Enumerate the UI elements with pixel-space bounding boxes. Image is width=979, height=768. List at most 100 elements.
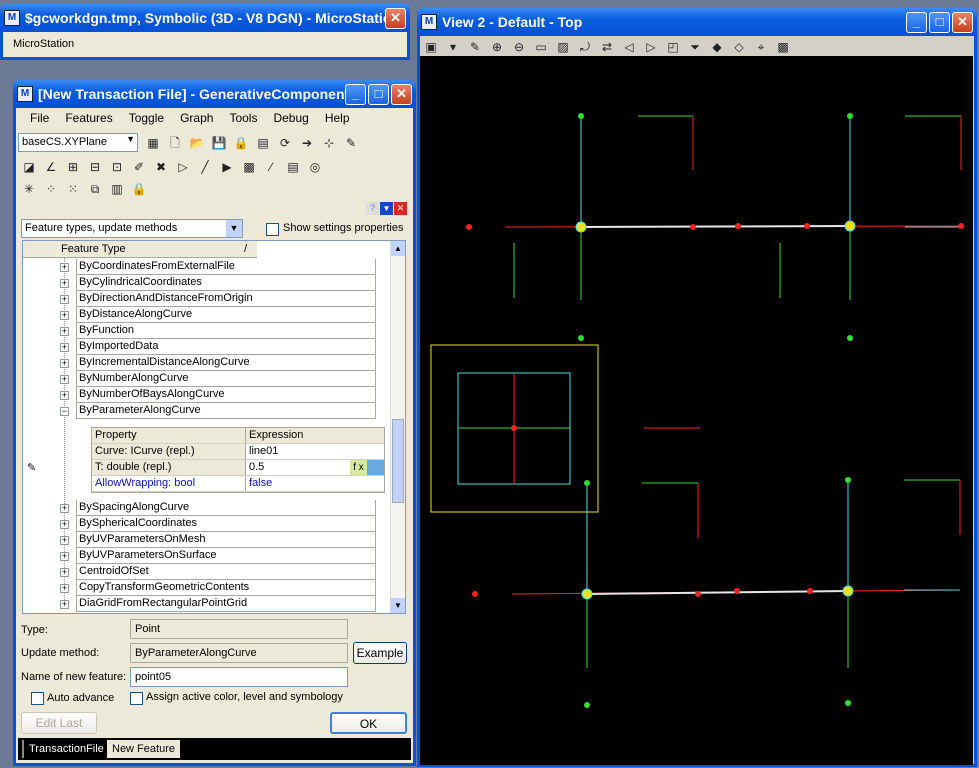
expand-icon[interactable]: + bbox=[60, 359, 69, 368]
minimize-icon[interactable]: _ bbox=[906, 12, 927, 33]
rotate-view-icon[interactable]: ⤾ bbox=[575, 37, 595, 57]
cube-icon[interactable]: ◆ bbox=[707, 37, 727, 57]
dots-icon[interactable]: ⁘ bbox=[41, 179, 61, 199]
chevron-down-icon[interactable]: ▼ bbox=[126, 134, 135, 144]
tab-transaction-file[interactable]: TransactionFile bbox=[22, 740, 109, 758]
tree-item[interactable]: ByNumberOfBaysAlongCurve bbox=[76, 387, 376, 403]
fx-button[interactable]: f x bbox=[350, 460, 367, 475]
panel-close-icon[interactable]: ✕ bbox=[394, 202, 407, 215]
expand-icon[interactable]: + bbox=[60, 279, 69, 288]
graph-link-icon[interactable]: ⊡ bbox=[107, 157, 127, 177]
close-icon[interactable]: ✕ bbox=[385, 8, 406, 29]
auto-advance-checkbox[interactable] bbox=[31, 692, 44, 705]
new-file-icon[interactable]: 🗋 bbox=[165, 133, 185, 153]
tree-item[interactable]: ByNumberAlongCurve bbox=[76, 371, 376, 387]
column-header-feature-type[interactable]: Feature Type bbox=[61, 243, 126, 255]
delete-icon[interactable]: ✖ bbox=[151, 157, 171, 177]
name-input[interactable]: point05 bbox=[130, 667, 348, 687]
example-button[interactable]: Example bbox=[353, 642, 407, 664]
menu-file[interactable]: File bbox=[22, 111, 57, 125]
ring-icon[interactable]: ◎ bbox=[305, 157, 325, 177]
expand-icon[interactable]: + bbox=[60, 295, 69, 304]
cube-icon[interactable]: ⧉ bbox=[85, 179, 105, 199]
table-icon[interactable] bbox=[367, 460, 384, 475]
property-row[interactable]: AllowWrapping: bool false bbox=[92, 476, 384, 492]
feature-type-tree[interactable]: Feature Type / + ByCoordinatesFromExterna… bbox=[22, 240, 406, 614]
expand-icon[interactable]: + bbox=[60, 343, 69, 352]
scroll-down-icon[interactable]: ▼ bbox=[391, 598, 405, 613]
view2-canvas[interactable] bbox=[420, 56, 973, 765]
zoom-out-icon[interactable]: ⊖ bbox=[509, 37, 529, 57]
expand-icon[interactable]: + bbox=[60, 520, 69, 529]
scroll-up-icon[interactable]: ▲ bbox=[391, 241, 405, 256]
tree-item[interactable]: ByCylindricalCoordinates bbox=[76, 275, 376, 291]
filter-select[interactable]: Feature types, update methods ▼ bbox=[21, 219, 243, 238]
cross-node-icon[interactable]: ✳ bbox=[19, 179, 39, 199]
tree-item[interactable]: CopyTransformGeometricContents bbox=[76, 580, 376, 596]
close-icon[interactable]: ✕ bbox=[952, 12, 973, 33]
expand-icon[interactable]: + bbox=[60, 504, 69, 513]
expand-icon[interactable]: + bbox=[60, 375, 69, 384]
menu-tools[interactable]: Tools bbox=[221, 111, 265, 125]
view-attributes-icon[interactable]: ▣ bbox=[421, 37, 441, 57]
lock-icon[interactable]: 🔒 bbox=[129, 179, 149, 199]
cs-select[interactable]: baseCS.XYPlane ▼ bbox=[18, 133, 138, 152]
table-icon[interactable]: ▤ bbox=[283, 157, 303, 177]
save-icon[interactable]: 💾 bbox=[209, 133, 229, 153]
fit-view-icon[interactable]: ▨ bbox=[553, 37, 573, 57]
tree-scrollbar[interactable]: ▲ ▼ bbox=[390, 241, 405, 613]
node-icon[interactable]: ⊞ bbox=[63, 157, 83, 177]
edit-icon[interactable]: ✐ bbox=[129, 157, 149, 177]
expand-icon[interactable]: + bbox=[60, 391, 69, 400]
tree-item[interactable]: ByCoordinatesFromExternalFile bbox=[76, 259, 376, 275]
tree-item[interactable]: ByIncrementalDistanceAlongCurve bbox=[76, 355, 376, 371]
step-icon[interactable]: ▶ bbox=[217, 157, 237, 177]
column-sort[interactable]: / bbox=[244, 243, 247, 255]
expand-icon[interactable]: + bbox=[60, 552, 69, 561]
graph-node-icon[interactable]: ⊟ bbox=[85, 157, 105, 177]
script-icon[interactable]: ▤ bbox=[253, 133, 273, 153]
menu-features[interactable]: Features bbox=[57, 111, 120, 125]
show-settings-checkbox[interactable] bbox=[266, 223, 279, 236]
tab-new-feature[interactable]: New Feature bbox=[107, 740, 180, 758]
update-icon[interactable]: ✎ bbox=[465, 37, 485, 57]
menu-debug[interactable]: Debug bbox=[265, 111, 316, 125]
menu-help[interactable]: Help bbox=[317, 111, 358, 125]
chevron-down-icon[interactable]: ▼ bbox=[226, 220, 242, 237]
chevron-down-icon[interactable]: ▾ bbox=[443, 37, 463, 57]
expand-icon[interactable]: + bbox=[60, 311, 69, 320]
assign-active-checkbox[interactable] bbox=[130, 692, 143, 705]
dropdown-icon[interactable]: ▼ bbox=[380, 202, 393, 215]
tree-item[interactable]: BySphericalCoordinates bbox=[76, 516, 376, 532]
expand-icon[interactable]: + bbox=[60, 600, 69, 609]
pencil-icon[interactable]: ✎ bbox=[341, 133, 361, 153]
edit-last-button[interactable]: Edit Last bbox=[21, 712, 97, 734]
gc-titlebar[interactable]: M [New Transaction File] - GenerativeCom… bbox=[13, 80, 416, 108]
scroll-thumb[interactable] bbox=[392, 419, 404, 503]
tree-item[interactable]: ByImportedData bbox=[76, 339, 376, 355]
blocks-icon[interactable]: ▥ bbox=[107, 179, 127, 199]
snap-icon[interactable]: ⊹ bbox=[319, 133, 339, 153]
menu-graph[interactable]: Graph bbox=[172, 111, 221, 125]
pan-icon[interactable]: ⇄ bbox=[597, 37, 617, 57]
minimize-icon[interactable]: _ bbox=[345, 84, 366, 105]
play-icon[interactable]: ▷ bbox=[173, 157, 193, 177]
save-lock-icon[interactable]: 🔒 bbox=[231, 133, 251, 153]
expand-icon[interactable]: + bbox=[60, 263, 69, 272]
tree-item[interactable]: ByDirectionAndDistanceFromOrigin bbox=[76, 291, 376, 307]
filter-icon[interactable]: ⏷ bbox=[685, 37, 705, 57]
maximize-icon[interactable]: □ bbox=[368, 84, 389, 105]
tree-item[interactable]: ByFunction bbox=[76, 323, 376, 339]
grid-icon[interactable]: ▦ bbox=[143, 133, 163, 153]
tree-item[interactable]: ByUVParametersOnSurface bbox=[76, 548, 376, 564]
camera-icon[interactable]: ⌖ bbox=[751, 37, 771, 57]
clip-icon[interactable]: ◰ bbox=[663, 37, 683, 57]
tree-item[interactable]: ByDistanceAlongCurve bbox=[76, 307, 376, 323]
tree-item[interactable]: CentroidOfSet bbox=[76, 564, 376, 580]
view2-titlebar[interactable]: M View 2 - Default - Top _ □ ✕ bbox=[417, 8, 977, 36]
collapse-icon[interactable]: − bbox=[60, 407, 69, 416]
expand-icon[interactable]: + bbox=[60, 568, 69, 577]
measure-icon[interactable]: ⁄ bbox=[261, 157, 281, 177]
tree-item[interactable]: DiaGridFromRectangularPointGrid bbox=[76, 596, 376, 612]
open-folder-icon[interactable]: 📂 bbox=[187, 133, 207, 153]
